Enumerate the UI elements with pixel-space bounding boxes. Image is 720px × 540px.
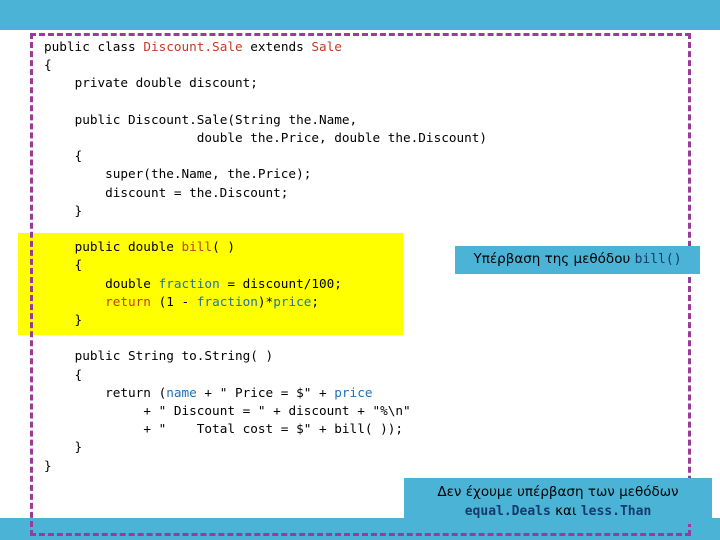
code-line: } xyxy=(44,202,83,218)
callout-conjunction: και xyxy=(550,503,581,519)
code-line: public Discount.Sale(String the.Name, xyxy=(74,111,358,127)
code-line: } xyxy=(44,312,83,328)
callout-code-equaldeals: equal.Deals xyxy=(464,504,551,519)
code-line: + " Total cost = $" + bill( )); xyxy=(143,421,404,437)
code-line: discount = the.Discount; xyxy=(105,184,289,200)
code-line: super(the.Name, the.Price); xyxy=(105,166,312,182)
code-line: { xyxy=(44,366,83,382)
code-line: public class Discount.Sale extends Sale xyxy=(44,39,342,54)
code-line: public String to.String( ) xyxy=(74,348,274,364)
callout-no-override: Δεν έχουμε υπέρβαση των μεθόδων equal.Dea… xyxy=(404,478,712,524)
callout-bill-override: Υπέρβαση της μεθόδου bill() xyxy=(455,246,700,274)
callout-code-lessthan: less.Than xyxy=(580,504,652,519)
code-line: } xyxy=(44,457,52,473)
callout-code-bill: bill() xyxy=(634,252,682,267)
code-line: return (1 - fraction)*price; xyxy=(105,293,320,309)
callout-line-1: Δεν έχουμε υπέρβαση των μεθόδων xyxy=(437,484,679,500)
code-line: { xyxy=(44,57,52,73)
code-line: } xyxy=(44,439,83,455)
code-line: double the.Price, double the.Discount) xyxy=(196,130,488,145)
code-line: { xyxy=(44,257,83,273)
callout-text: Υπέρβαση της μεθόδου xyxy=(473,251,635,267)
code-line: return (name + " Price = $" + price xyxy=(105,384,373,400)
code-line: private double discount; xyxy=(74,75,258,91)
slide: public class Discount.Sale extends Sale … xyxy=(0,0,720,540)
code-line: { xyxy=(44,148,83,164)
code-line: public double bill( ) xyxy=(74,239,235,255)
code-line: double fraction = discount/100; xyxy=(105,275,342,291)
code-line: + " Discount = " + discount + "%\n" xyxy=(143,403,411,419)
top-decorative-band xyxy=(0,0,720,30)
